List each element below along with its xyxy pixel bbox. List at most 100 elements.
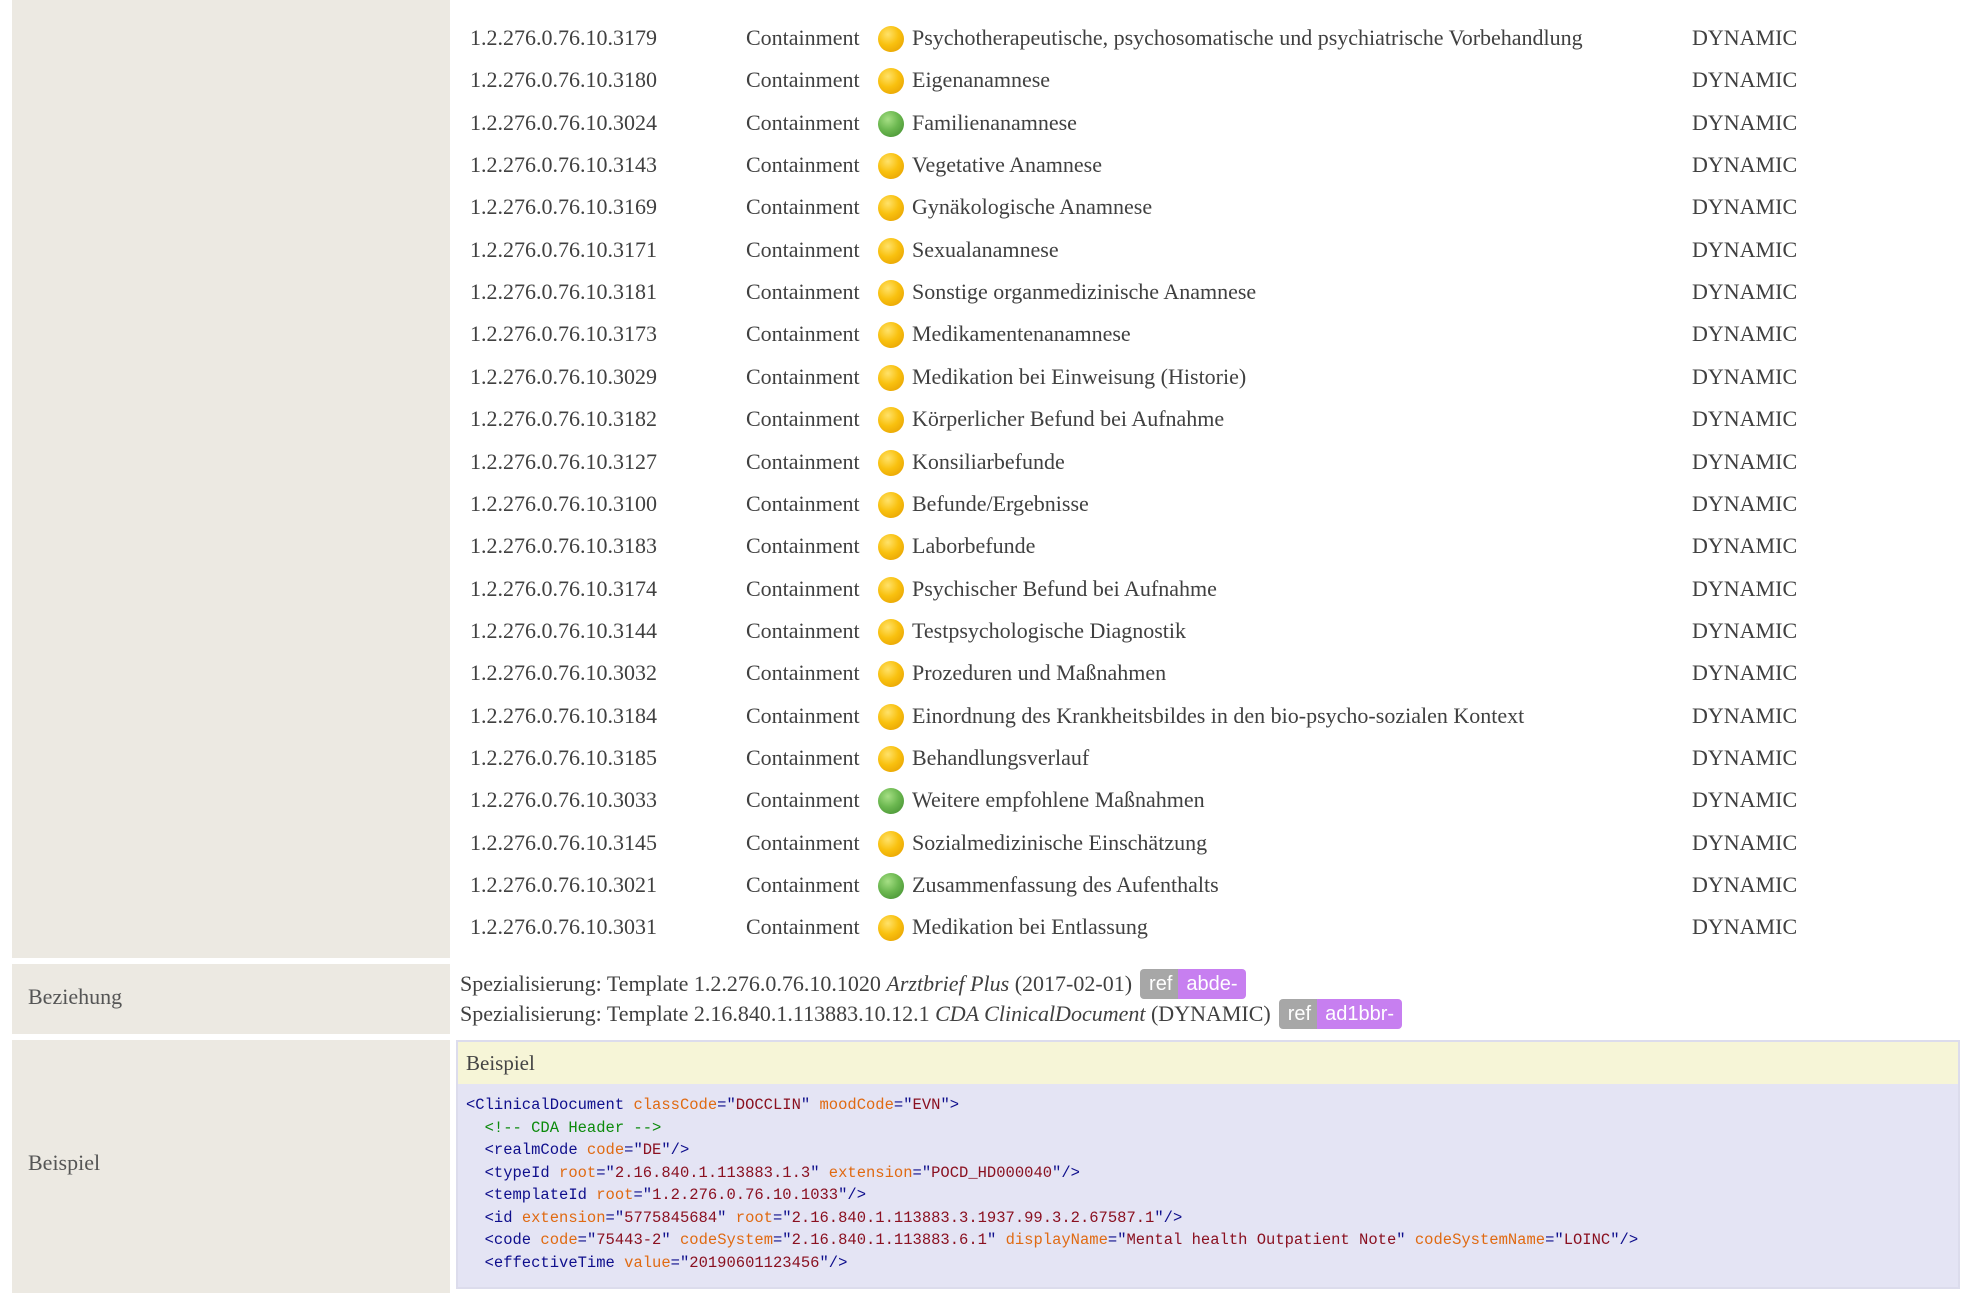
template-oid[interactable]: 1.2.276.0.76.10.3031 [470,914,730,940]
flexibility: DYNAMIC [1692,25,1798,50]
template-name[interactable]: Medikamentenanamnese [912,321,1131,347]
specialization-row: Spezialisierung: Template 2.16.840.1.113… [460,997,1403,1031]
template-oid[interactable]: 1.2.276.0.76.10.3183 [470,533,730,559]
code-token: <typeId [466,1163,560,1182]
template-name[interactable]: Sozialmedizinische Einschätzung [912,830,1207,856]
template-name[interactable]: Testpsychologische Diagnostik [912,618,1186,644]
code-token: DOCCLIN [735,1096,801,1114]
template-oid[interactable]: 1.2.276.0.76.10.3181 [470,279,730,305]
code-token: DE [642,1141,662,1159]
template-name[interactable]: Befunde/Ergebnisse [912,491,1089,517]
template-name[interactable]: Sexualanamnese [912,237,1059,263]
status-green-icon [878,788,904,815]
template-name[interactable]: Prozeduren und Maßnahmen [912,660,1166,686]
code-token: "/> [838,1186,866,1204]
template-oid[interactable]: 1.2.276.0.76.10.3185 [470,745,730,771]
code-token: Mental health Outpatient Note [1126,1231,1397,1249]
code-token: root [559,1163,597,1182]
code-token: <!-- CDA Header --> [466,1118,662,1137]
code-token: "/> [1610,1231,1639,1249]
template-name[interactable]: Sonstige organmedizinische Anamnese [912,279,1256,305]
template-oid[interactable]: 1.2.276.0.76.10.3184 [470,703,730,729]
template-name[interactable]: Gynäkologische Anamnese [912,194,1152,220]
ref-badge[interactable]: ref ad1bbr- [1278,999,1403,1029]
template-oid[interactable]: 1.2.276.0.76.10.3127 [470,449,730,475]
template-oid[interactable]: 1.2.276.0.76.10.3021 [470,872,730,898]
template-name[interactable]: Konsiliarbefunde [912,449,1065,475]
relation-type: Containment [746,406,860,432]
template-oid[interactable]: 1.2.276.0.76.10.3032 [470,660,730,686]
ref-badge[interactable]: ref abde- [1140,969,1246,999]
code-token: "/> [819,1253,848,1272]
code-token: root [596,1186,634,1204]
ref-badge-key: ref [1140,969,1179,999]
template-name[interactable]: Einordnung des Krankheitsbildes in den b… [912,703,1524,729]
table-row: 1.2.276.0.76.10.3180 Containment Eigenanam… [470,59,1950,101]
template-name[interactable]: Psychischer Befund bei Aufnahme [912,576,1217,602]
template-name[interactable]: Laborbefunde [912,533,1035,559]
code-line: <effectiveTime value="20190601123456"/> [466,1252,1638,1275]
status-yellow-icon [878,26,904,52]
template-name[interactable]: Körperlicher Befund bei Aufnahme [912,406,1224,432]
template-oid[interactable]: 1.2.276.0.76.10.3174 [470,576,730,602]
template-oid[interactable]: 1.2.276.0.76.10.3029 [470,364,730,390]
template-oid[interactable]: 1.2.276.0.76.10.3143 [470,152,730,178]
code-token: 1.2.276.0.76.10.1033 [652,1186,839,1204]
code-token: 2.16.840.1.113883.1.3 [614,1163,811,1182]
template-oid[interactable]: 1.2.276.0.76.10.3182 [470,406,730,432]
status-yellow-icon [878,830,904,857]
code-token: " [661,1231,680,1249]
code-token: POCD_HD000040 [931,1163,1053,1182]
relation-type: Containment [746,533,860,559]
template-name-link[interactable]: Arztbrief Plus [886,971,1009,997]
template-oid[interactable]: 1.2.276.0.76.10.3100 [470,491,730,517]
template-name[interactable]: Weitere empfohlene Maßnahmen [912,787,1205,813]
template-name[interactable]: Zusammenfassung des Aufenthalts [912,872,1219,898]
code-line: <!-- CDA Header --> [466,1117,1638,1140]
code-token: =" [1545,1231,1564,1249]
code-token: =" [596,1163,615,1182]
template-name[interactable]: Medikation bei Einweisung (Historie) [912,364,1246,390]
table-row: 1.2.276.0.76.10.3181 Containment Sonstige … [470,271,1950,313]
status-yellow-icon [878,534,904,561]
code-token: codeSystem [679,1231,773,1249]
template-name[interactable]: Behandlungsverlauf [912,745,1089,771]
code-line: <realmCode code="DE"/> [466,1139,1638,1162]
ref-badge-value: abde- [1178,969,1246,999]
template-oid[interactable]: 1.2.276.0.76.10.3169 [470,194,730,220]
template-oid[interactable]: 1.2.276.0.76.10.3145 [470,830,730,856]
status-yellow-icon [878,618,904,645]
template-oid[interactable]: 1.2.276.0.76.10.3171 [470,237,730,263]
beispiel-label: Beispiel [28,1150,101,1175]
flexibility: DYNAMIC [1692,872,1798,897]
code-token: "/> [1154,1208,1183,1227]
beziehung-label: Beziehung [28,984,123,1009]
template-oid[interactable]: 1.2.276.0.76.10.3180 [470,67,730,93]
status-green-icon [878,873,904,899]
template-oid[interactable]: 1.2.276.0.76.10.3173 [470,321,730,347]
template-name[interactable]: Familienanamnese [912,110,1077,136]
flexibility: DYNAMIC [1692,152,1798,178]
template-name[interactable]: Eigenanamnese [912,67,1050,93]
template-name[interactable]: Vegetative Anamnese [912,152,1102,178]
template-oid[interactable]: 1.2.276.0.76.10.3179 [470,25,730,51]
table-row: 1.2.276.0.76.10.3029 Containment Medikatio… [470,356,1950,398]
specialization-prefix: Spezialisierung: Template 2.16.840.1.113… [460,1001,936,1026]
table-row: 1.2.276.0.76.10.3024 Containment Familiena… [470,102,1950,144]
beziehung-label-cell: Beziehung [12,964,450,1034]
template-name[interactable]: Medikation bei Entlassung [912,914,1148,940]
flexibility: DYNAMIC [1692,829,1798,855]
status-yellow-icon [878,449,904,476]
relation-type: Containment [746,787,860,813]
flexibility: DYNAMIC [1692,363,1798,389]
template-oid[interactable]: 1.2.276.0.76.10.3033 [470,787,730,813]
code-line: <templateId root="1.2.276.0.76.10.1033"/… [466,1184,1638,1207]
code-line: <typeId root="2.16.840.1.113883.1.3" ext… [466,1162,1638,1185]
template-oid[interactable]: 1.2.276.0.76.10.3024 [470,110,730,136]
template-name[interactable]: Psychotherapeutische, psychosomatische u… [912,25,1583,51]
code-token: <realmCode [466,1141,587,1159]
template-name-link[interactable]: CDA ClinicalDocument [935,1001,1145,1027]
status-yellow-icon [878,703,904,730]
code-token: " [810,1163,829,1182]
template-oid[interactable]: 1.2.276.0.76.10.3144 [470,618,730,644]
